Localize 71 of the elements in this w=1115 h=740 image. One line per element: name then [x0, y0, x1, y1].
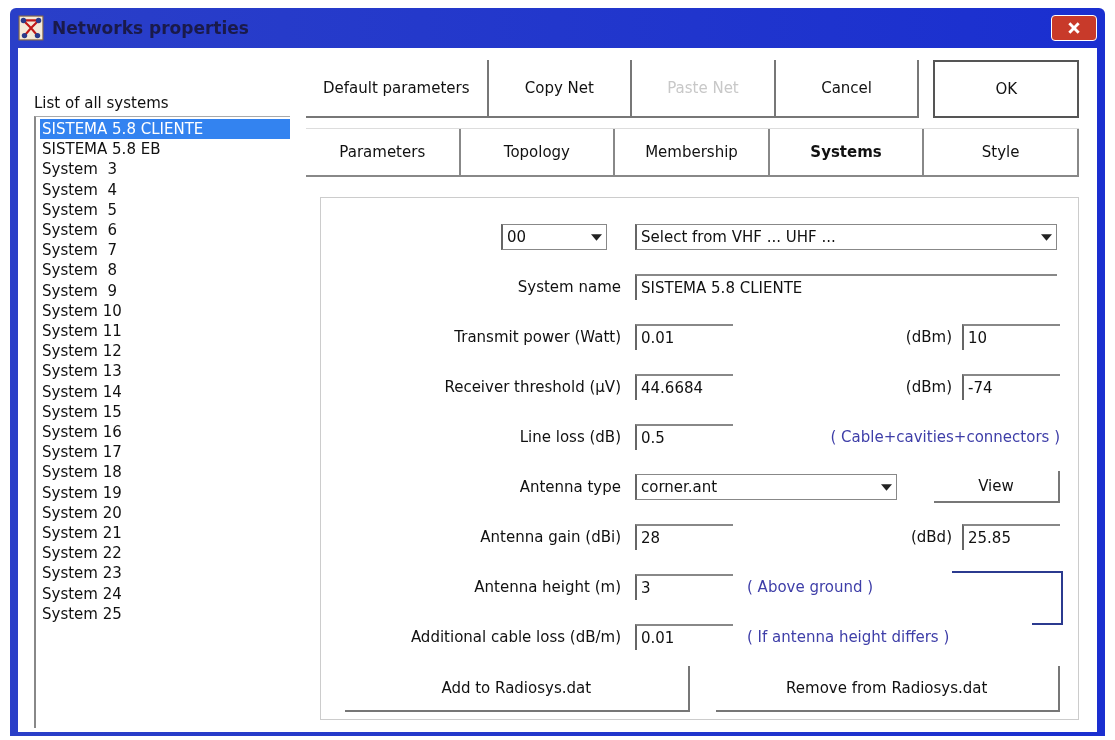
window-title: Networks properties [52, 18, 250, 38]
list-label: List of all systems [34, 94, 170, 112]
code-dropdown[interactable]: 00 [501, 224, 607, 250]
unit-label: (dBd) [910, 528, 952, 546]
caret-icon [1041, 233, 1052, 241]
input-field[interactable]: 0.01 [635, 324, 733, 350]
list-item[interactable]: System 4 [40, 179, 290, 200]
list-item[interactable]: System 18 [40, 462, 290, 483]
antenna-dropdown[interactable]: corner.ant [635, 474, 897, 500]
input-field[interactable]: -74 [962, 374, 1060, 400]
list-item[interactable]: System 25 [40, 603, 290, 625]
list-item[interactable]: System 5 [40, 199, 290, 220]
list-item[interactable]: System 12 [40, 341, 290, 362]
tab[interactable]: Membership [613, 129, 768, 177]
list-item[interactable]: System 14 [40, 381, 290, 402]
close-button[interactable] [1051, 15, 1097, 41]
list-item[interactable]: SISTEMA 5.8 EB [40, 139, 290, 160]
view-button[interactable]: View [934, 471, 1060, 503]
field-label: Line loss (dB) [518, 428, 622, 446]
tab[interactable]: Style [922, 129, 1079, 177]
field-label: Antenna gain (dBi) [479, 528, 622, 546]
unit-label: (dBm) [905, 328, 952, 346]
list-item[interactable]: System 3 [40, 159, 290, 180]
input-field[interactable]: 0.5 [635, 424, 733, 450]
list-item[interactable]: System 11 [40, 321, 290, 342]
close-icon [1067, 21, 1081, 35]
action-button[interactable]: Add to Radiosys.dat [345, 666, 690, 712]
toolbar-button[interactable]: Copy Net [488, 60, 633, 118]
field-label: Transmit power (Watt) [453, 328, 622, 346]
caret-icon [881, 483, 892, 491]
list-item[interactable]: System 21 [40, 523, 290, 544]
note-text: ( If antenna height differs ) [747, 628, 950, 646]
list-item[interactable]: System 6 [40, 220, 290, 241]
band-dropdown[interactable]: Select from VHF ... UHF ... [635, 224, 1057, 250]
list-item[interactable]: System 9 [40, 280, 290, 301]
list-item[interactable]: System 7 [40, 240, 290, 261]
list-item[interactable]: System 22 [40, 543, 290, 564]
field-label: Antenna type [518, 478, 622, 496]
field-label: Antenna height (m) [473, 578, 622, 596]
list-item[interactable]: System 20 [40, 502, 290, 524]
field-label: System name [516, 278, 622, 296]
list-item[interactable]: System 13 [40, 361, 290, 382]
list-item[interactable]: System 19 [40, 482, 290, 503]
network-icon [18, 15, 44, 41]
input-field[interactable]: SISTEMA 5.8 CLIENTE [635, 274, 1057, 300]
tab[interactable]: Topology [458, 129, 614, 177]
list-item[interactable]: System 16 [40, 422, 290, 443]
input-field[interactable]: 25.85 [962, 524, 1060, 550]
caret-icon [591, 233, 602, 241]
toolbar-button[interactable]: OK [933, 60, 1079, 118]
field-label: Receiver threshold (µV) [443, 378, 622, 396]
note-text: ( Cable+cavities+connectors ) [830, 428, 1060, 446]
toolbar-button[interactable]: Cancel [775, 60, 920, 118]
tab[interactable]: Systems [767, 129, 923, 177]
action-button[interactable]: Remove from Radiosys.dat [715, 666, 1060, 712]
unit-label: (dBm) [905, 378, 952, 396]
list-item[interactable]: System 10 [40, 300, 290, 322]
input-field[interactable]: 44.6684 [635, 374, 733, 400]
toolbar-button[interactable]: Default parameters [306, 60, 489, 118]
list-item[interactable]: System 8 [40, 260, 290, 281]
list-item[interactable]: System 24 [40, 583, 290, 604]
input-field[interactable]: 3 [635, 574, 733, 600]
input-field[interactable]: 28 [635, 524, 733, 550]
list-item[interactable]: System 17 [40, 442, 290, 463]
field-label: Additional cable loss (dB/m) [409, 628, 622, 646]
list-item[interactable]: System 15 [40, 401, 290, 423]
input-field[interactable]: 10 [962, 324, 1060, 350]
list-item[interactable]: SISTEMA 5.8 CLIENTE [40, 119, 290, 140]
list-item[interactable]: System 23 [40, 563, 290, 584]
note-text: ( Above ground ) [747, 578, 874, 596]
input-field[interactable]: 0.01 [635, 624, 733, 650]
